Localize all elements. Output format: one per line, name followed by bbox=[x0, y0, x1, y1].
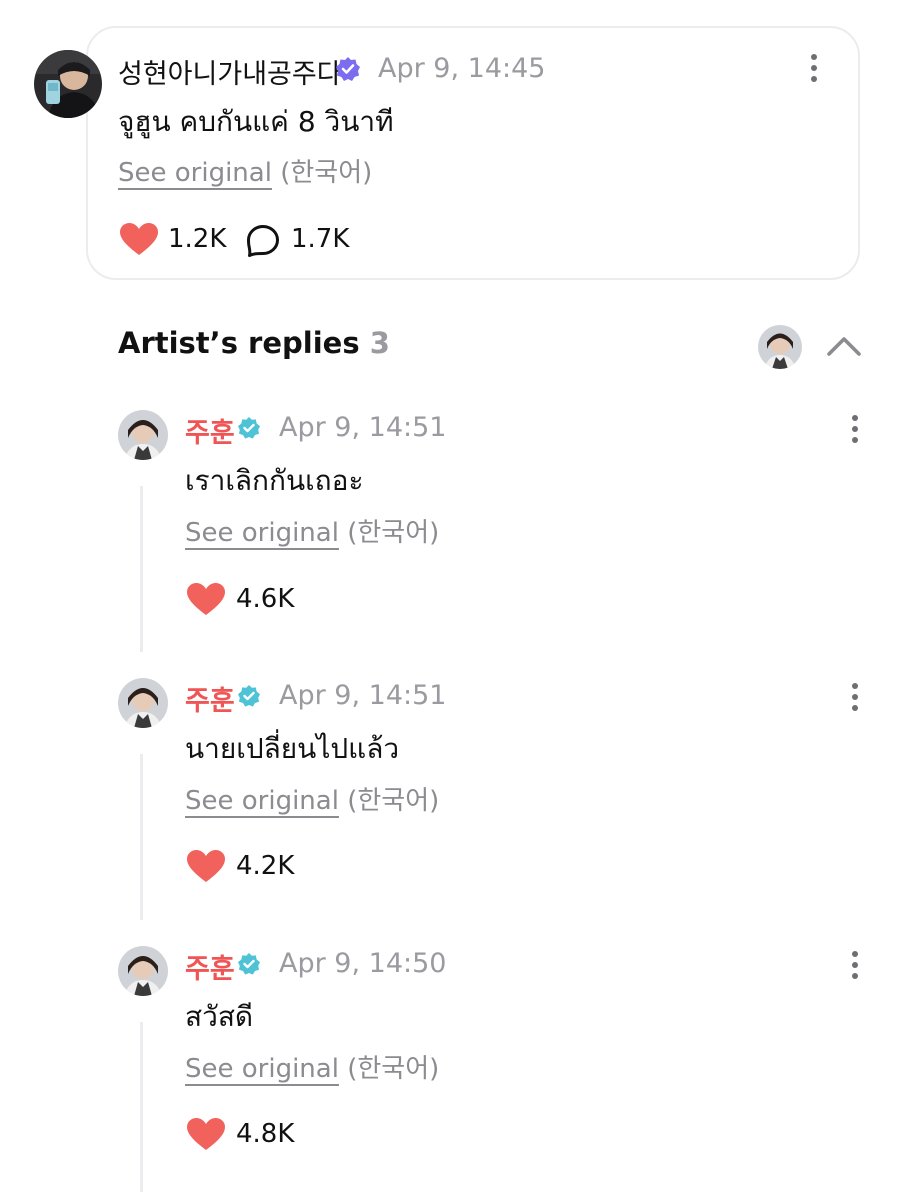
reply-author-avatar[interactable] bbox=[118, 410, 168, 460]
artist-replies-title: Artist’s replies 3 bbox=[118, 326, 390, 360]
verified-check-icon bbox=[238, 685, 260, 707]
more-vertical-icon[interactable] bbox=[849, 682, 861, 712]
reply-timestamp: Apr 9, 14:50 bbox=[279, 948, 447, 979]
artist-replies-count: 3 bbox=[369, 326, 390, 360]
verified-check-icon bbox=[238, 417, 260, 439]
like-count: 4.6K bbox=[236, 584, 295, 614]
reply-thread-line bbox=[140, 486, 143, 652]
reply-text: เราเลิกกันเถอะ bbox=[185, 464, 364, 497]
chevron-up-icon[interactable] bbox=[826, 335, 862, 357]
original-language-label: (한국어) bbox=[347, 786, 440, 816]
comment-count: 1.7K bbox=[291, 224, 350, 254]
heart-icon[interactable] bbox=[186, 1117, 226, 1151]
original-language-label: (한국어) bbox=[347, 1054, 440, 1084]
reply-translate-row: See original (한국어) bbox=[185, 1048, 439, 1085]
reply-text: สวัสดี bbox=[185, 1000, 254, 1033]
reply-author-name[interactable]: 주훈 bbox=[185, 947, 235, 986]
post-text: จูฮูน คบกันแค่ 8 วินาที bbox=[118, 105, 394, 138]
like-count: 4.8K bbox=[236, 1119, 295, 1149]
artist-replies-label: Artist’s replies bbox=[118, 326, 360, 360]
reply-thread-line bbox=[140, 754, 143, 920]
reply-author-avatar[interactable] bbox=[118, 946, 168, 996]
reply-author-name[interactable]: 주훈 bbox=[185, 679, 235, 718]
post-timestamp: Apr 9, 14:45 bbox=[378, 53, 546, 84]
reply-timestamp: Apr 9, 14:51 bbox=[279, 680, 447, 711]
reply-translate-row: See original (한국어) bbox=[185, 512, 439, 549]
heart-icon[interactable] bbox=[186, 849, 226, 883]
original-language-label: (한국어) bbox=[280, 158, 373, 188]
more-vertical-icon[interactable] bbox=[808, 53, 820, 83]
more-vertical-icon[interactable] bbox=[849, 414, 861, 444]
reply-author-avatar[interactable] bbox=[118, 678, 168, 728]
heart-icon[interactable] bbox=[186, 582, 226, 616]
see-original-link[interactable]: See original bbox=[185, 518, 339, 548]
post-author-avatar[interactable] bbox=[34, 50, 102, 118]
artist-avatar-preview[interactable] bbox=[758, 325, 802, 369]
original-language-label: (한국어) bbox=[347, 518, 440, 548]
verified-check-icon bbox=[238, 953, 260, 975]
verified-badge-icon bbox=[336, 57, 360, 81]
post-author-name[interactable]: 성현아니가내공주다 bbox=[118, 52, 342, 91]
post-translate-row: See original (한국어) bbox=[118, 152, 372, 189]
more-vertical-icon[interactable] bbox=[849, 950, 861, 980]
reply-thread-line bbox=[140, 1022, 143, 1192]
reply-translate-row: See original (한국어) bbox=[185, 780, 439, 817]
like-count: 4.2K bbox=[236, 851, 295, 881]
reply-timestamp: Apr 9, 14:51 bbox=[279, 412, 447, 443]
speech-bubble-icon[interactable] bbox=[246, 224, 280, 258]
see-original-link[interactable]: See original bbox=[118, 158, 272, 188]
reply-author-name[interactable]: 주훈 bbox=[185, 411, 235, 450]
like-count: 1.2K bbox=[168, 224, 227, 254]
see-original-link[interactable]: See original bbox=[185, 786, 339, 816]
see-original-link[interactable]: See original bbox=[185, 1054, 339, 1084]
heart-icon[interactable] bbox=[119, 222, 159, 256]
reply-text: นายเปลี่ยนไปแล้ว bbox=[185, 732, 400, 765]
